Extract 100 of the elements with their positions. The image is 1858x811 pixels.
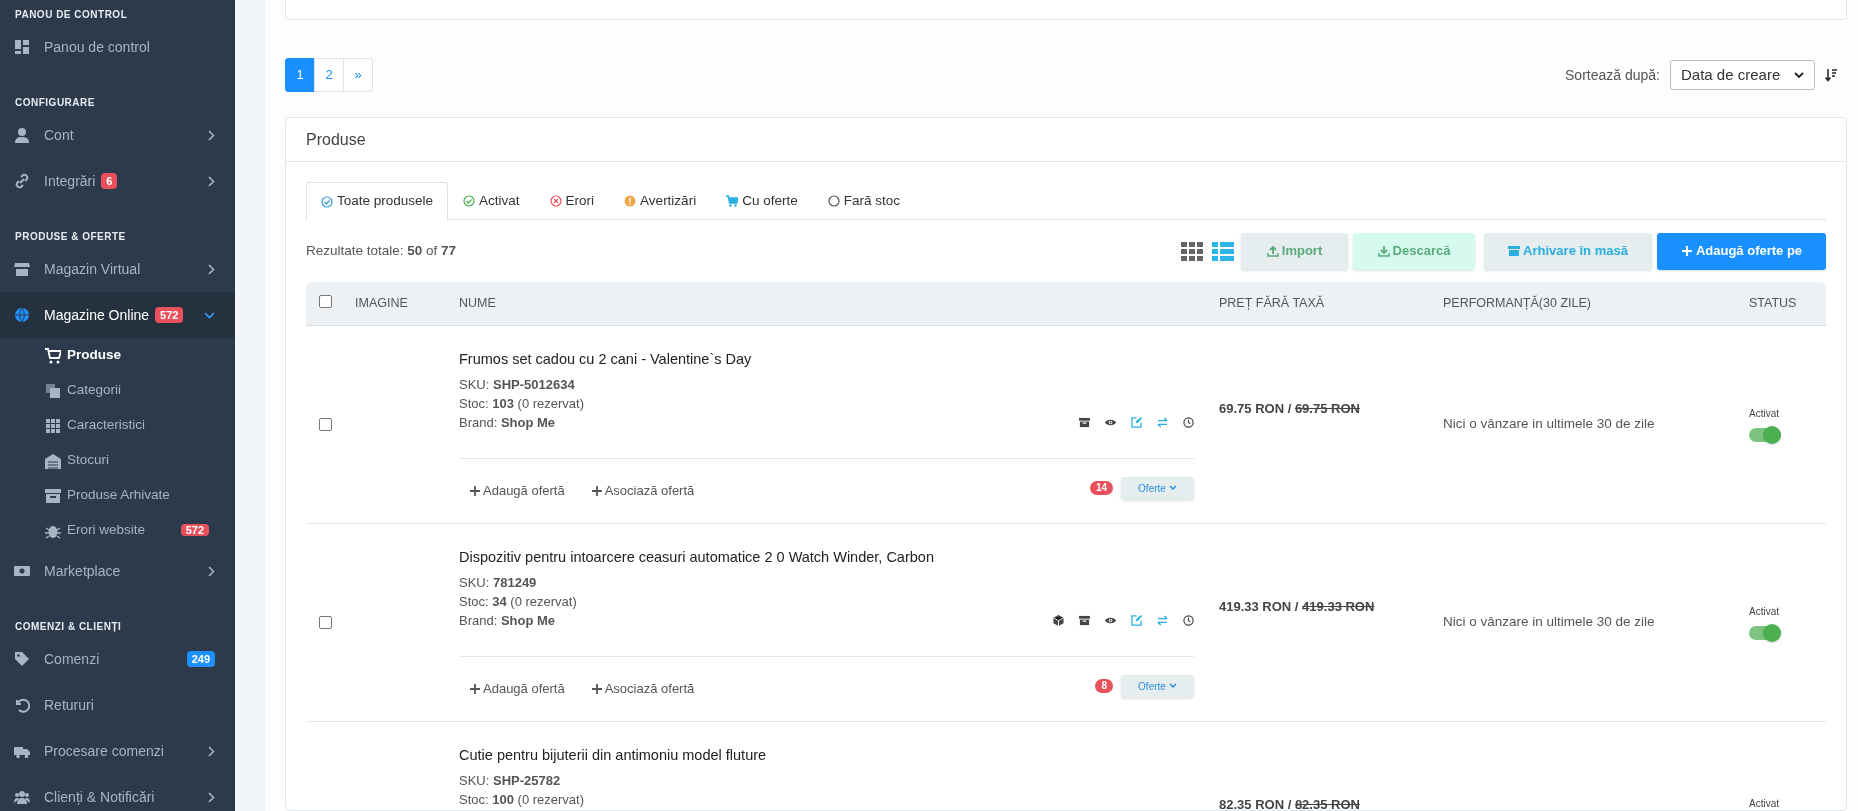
submenu-item[interactable]: Caracteristici <box>0 408 235 443</box>
clock-icon[interactable] <box>1183 417 1194 428</box>
filter-tab[interactable]: Avertizări <box>609 182 712 220</box>
list-view-icon[interactable] <box>1212 241 1234 261</box>
offer-count-badge: 14 <box>1089 481 1113 495</box>
card-title: Produse <box>306 129 366 150</box>
filter-tab[interactable]: Activat <box>448 182 535 220</box>
plus-icon <box>591 486 602 496</box>
copy-icon <box>45 382 61 399</box>
product-sku: SKU: 781249 <box>459 574 538 592</box>
edit-icon[interactable] <box>1131 615 1142 626</box>
caret-icon <box>1168 485 1177 491</box>
tag-icon <box>14 651 30 667</box>
filter-tab[interactable]: Erori <box>534 182 610 220</box>
offer-count-badge: 8 <box>1095 679 1113 693</box>
store-icon <box>14 261 30 277</box>
edit-icon[interactable] <box>1131 417 1142 428</box>
sidebar-item[interactable]: Clienți & Notificări <box>0 774 235 811</box>
eye-icon[interactable] <box>1105 615 1116 626</box>
user-icon <box>14 127 30 143</box>
sidebar-item[interactable]: Retururi <box>0 682 235 728</box>
submenu-item[interactable]: Erori website 572 <box>0 513 235 548</box>
filter-tab[interactable]: Toate produsele <box>306 182 449 221</box>
sort-order-icon[interactable] <box>1825 68 1837 82</box>
product-name[interactable]: Dispozitiv pentru intoarcere ceasuri automatice 2 0 Watch Winder, Carbon <box>459 547 1194 567</box>
eye-icon[interactable] <box>1105 417 1116 428</box>
associate-offer-link[interactable]: Asociază ofertă <box>591 481 695 501</box>
cart-icon <box>45 347 61 364</box>
chevron-right-icon <box>208 263 215 275</box>
product-sku: SKU: SHP-25782 <box>459 772 562 790</box>
plus-icon <box>591 684 602 694</box>
swap-arrows-icon[interactable] <box>1157 417 1168 428</box>
filter-tab[interactable]: Fară stoc <box>812 182 915 220</box>
clock-icon[interactable] <box>1183 615 1194 626</box>
sidebar-item[interactable]: Magazine Online 572 <box>0 292 235 338</box>
count-badge: 572 <box>155 307 184 323</box>
sidebar-item[interactable]: Cont <box>0 112 235 158</box>
cube-icon[interactable] <box>1053 615 1064 626</box>
row-checkbox[interactable] <box>318 418 332 431</box>
column-header: STATUS <box>1749 296 1797 311</box>
performance-text: Nici o vânzare in ultimele 30 de zile <box>1443 415 1655 434</box>
archive-icon[interactable] <box>1079 615 1090 626</box>
check-circle-icon <box>321 195 333 208</box>
page-button[interactable]: 2 <box>314 58 344 92</box>
submenu-item[interactable]: Categorii <box>0 373 235 408</box>
sidebar-item[interactable]: Integrări 6 <box>0 158 235 204</box>
submenu-item[interactable]: Stocuri <box>0 443 235 478</box>
dashboard-icon <box>14 39 30 55</box>
associate-offer-link[interactable]: Asociază ofertă <box>591 679 695 699</box>
product-name[interactable]: Frumos set cadou cu 2 cani - Valentine`s Day <box>459 349 1194 369</box>
archive-icon <box>45 487 61 504</box>
column-header: NUME <box>459 296 496 311</box>
sidebar-item[interactable]: Marketplace <box>0 548 235 594</box>
column-header: IMAGINE <box>355 296 408 311</box>
plus-icon <box>470 684 480 694</box>
offers-dropdown-button[interactable]: Oferte <box>1121 476 1194 500</box>
sidebar-item[interactable]: Panou de control <box>0 24 235 70</box>
money-icon <box>14 563 30 579</box>
chevron-right-icon <box>208 175 215 187</box>
product-name[interactable]: Cutie pentru bijuterii din antimoniu model fluture <box>459 745 1194 765</box>
archive-icon[interactable] <box>1079 417 1090 428</box>
status-toggle[interactable] <box>1749 625 1781 640</box>
chevron-right-icon <box>208 565 215 577</box>
offers-dropdown-button[interactable]: Oferte <box>1121 674 1194 698</box>
price-text: 419.33 RON / 419.33 RON <box>1219 599 1375 614</box>
add-offer-link[interactable]: Adaugă ofertă <box>470 481 565 501</box>
page-button[interactable]: » <box>343 58 373 92</box>
status-toggle[interactable] <box>1749 427 1781 442</box>
add-offer-link[interactable]: Adaugă ofertă <box>470 679 565 699</box>
sort-select[interactable]: Data de creare <box>1670 60 1815 90</box>
swap-arrows-icon[interactable] <box>1157 615 1168 626</box>
sidebar-item[interactable]: Procesare comenzi <box>0 728 235 774</box>
section-header: PRODUSE & OFERTE <box>15 230 126 244</box>
warehouse-icon <box>45 452 61 469</box>
plus-icon <box>1680 245 1693 257</box>
section-header: COMENZI & CLIENȚI <box>15 620 122 634</box>
select-all-checkbox[interactable] <box>318 295 332 308</box>
archive-icon <box>1508 245 1521 257</box>
column-header: PERFORMANȚĂ(30 ZILE) <box>1443 296 1591 311</box>
submenu-item[interactable]: Produse <box>0 338 235 373</box>
chevron-down-icon <box>204 311 215 319</box>
sidebar-item[interactable]: Magazin Virtual <box>0 246 235 292</box>
product-brand: Brand: Shop Me <box>459 612 557 630</box>
section-header: CONFIGURARE <box>15 96 95 110</box>
sidebar-item[interactable]: Comenzi 249 <box>0 636 235 682</box>
product-stock: Stoc: 103 (0 rezervat) <box>459 395 585 413</box>
count-badge: 249 <box>186 651 215 667</box>
filter-tab[interactable]: Cu oferte <box>711 182 813 220</box>
chevron-right-icon <box>208 129 215 141</box>
add-offers-button[interactable]: Adaugă oferte pe <box>1657 232 1826 270</box>
count-badge: 6 <box>101 173 118 189</box>
exclamation-circle-icon <box>624 195 637 207</box>
status-label: Activat <box>1749 798 1779 810</box>
chevron-down-icon <box>1794 70 1804 80</box>
price-text: 82.35 RON / 82.35 RON <box>1219 797 1360 810</box>
row-checkbox[interactable] <box>318 616 332 629</box>
section-header: PANOU DE CONTROL <box>15 9 128 20</box>
grid-view-icon[interactable] <box>1181 241 1203 261</box>
submenu-item[interactable]: Produse Arhivate <box>0 478 235 513</box>
page-button[interactable]: 1 <box>285 58 315 92</box>
